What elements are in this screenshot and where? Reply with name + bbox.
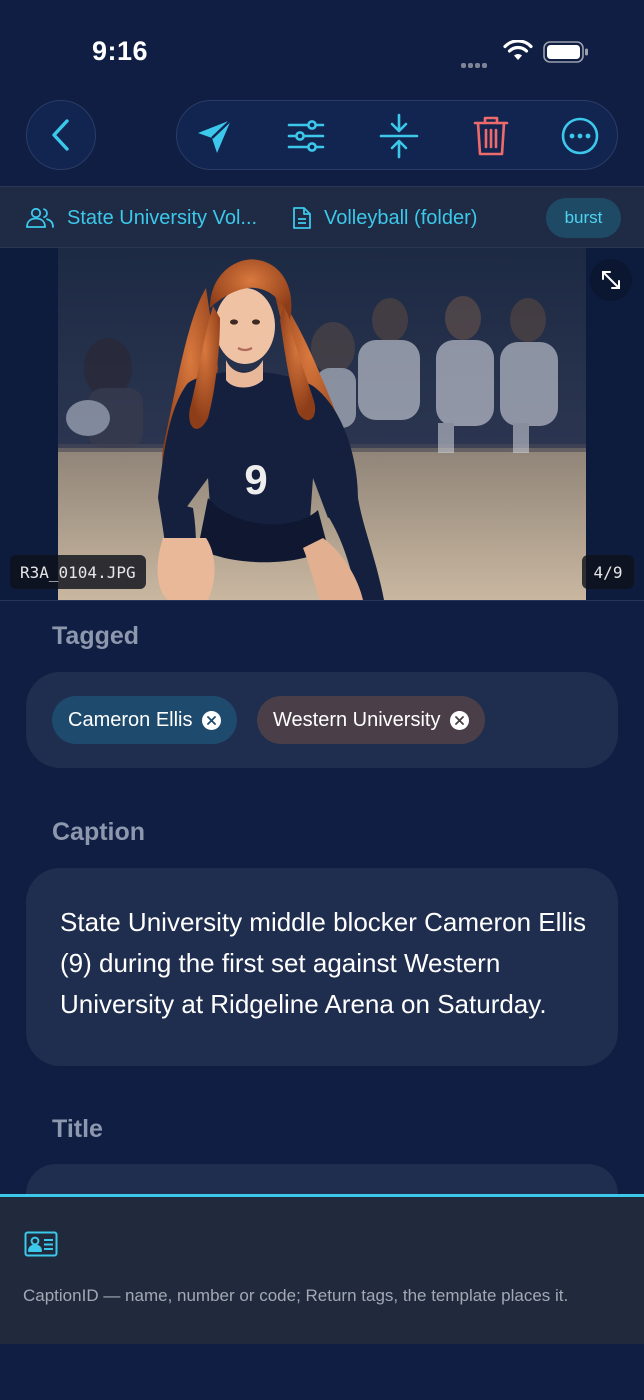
sliders-icon (287, 120, 325, 152)
merge-button[interactable] (369, 101, 429, 171)
tag-chip-label: Cameron Ellis (68, 708, 193, 731)
tagged-heading: Tagged (52, 622, 140, 650)
status-bar: 9:16 (0, 0, 644, 100)
hint-text: CaptionID — name, number or code; Return… (23, 1286, 569, 1305)
id-card-icon[interactable] (24, 1231, 58, 1257)
caption-text[interactable]: State University middle blocker Cameron … (60, 902, 600, 1025)
battery-icon (543, 41, 588, 63)
adjust-button[interactable] (276, 101, 336, 171)
trash-icon (473, 116, 509, 156)
chevron-left-icon (52, 119, 69, 151)
cellular-signal-icon (461, 55, 495, 68)
breadcrumb-team[interactable]: State University Vol... (25, 187, 257, 249)
close-icon (455, 715, 465, 725)
expand-button[interactable] (590, 259, 632, 301)
breadcrumb-folder-label: Volleyball (folder) (324, 206, 478, 229)
wifi-icon (503, 40, 533, 60)
burst-badge[interactable]: burst (546, 198, 621, 238)
expand-icon (602, 271, 620, 289)
bottom-hint-panel: CaptionID — name, number or code; Return… (0, 1194, 644, 1344)
remove-tag-button[interactable] (450, 710, 470, 730)
remove-tag-button[interactable] (202, 710, 222, 730)
divider (0, 600, 644, 601)
send-icon (198, 119, 232, 153)
tag-chip-label: Western University (273, 708, 441, 731)
tagged-card: Cameron Ellis Western University (26, 672, 618, 768)
breadcrumb: State University Vol... Volleyball (fold… (0, 186, 644, 248)
jersey-number: 9 (244, 456, 267, 503)
breadcrumb-folder[interactable]: Volleyball (folder) (292, 187, 477, 249)
tag-chip[interactable]: Cameron Ellis (52, 696, 238, 744)
close-icon (207, 715, 217, 725)
send-button[interactable] (185, 101, 245, 171)
action-toolbar (176, 100, 618, 170)
caption-heading: Caption (52, 818, 146, 846)
filename-label: R3A_0104.JPG (10, 555, 146, 589)
caption-card[interactable]: State University middle blocker Cameron … (26, 868, 618, 1066)
photo-viewer: 9 (0, 248, 644, 600)
delete-button[interactable] (461, 101, 521, 171)
breadcrumb-team-label: State University Vol... (67, 206, 258, 229)
photo-image[interactable]: 9 (58, 248, 586, 600)
back-button[interactable] (26, 100, 96, 170)
title-heading: Title (52, 1115, 103, 1143)
more-button[interactable] (550, 101, 610, 171)
document-icon (293, 207, 311, 229)
people-icon (26, 207, 54, 228)
status-time: 9:16 (92, 36, 149, 66)
merge-icon (379, 113, 419, 159)
bottom-safe-area (0, 1344, 644, 1400)
photo-counter: 4/9 (582, 555, 634, 589)
more-icon (561, 117, 599, 155)
tag-chip[interactable]: Western University (257, 696, 486, 744)
volleyball-photo-illustration: 9 (58, 248, 586, 600)
